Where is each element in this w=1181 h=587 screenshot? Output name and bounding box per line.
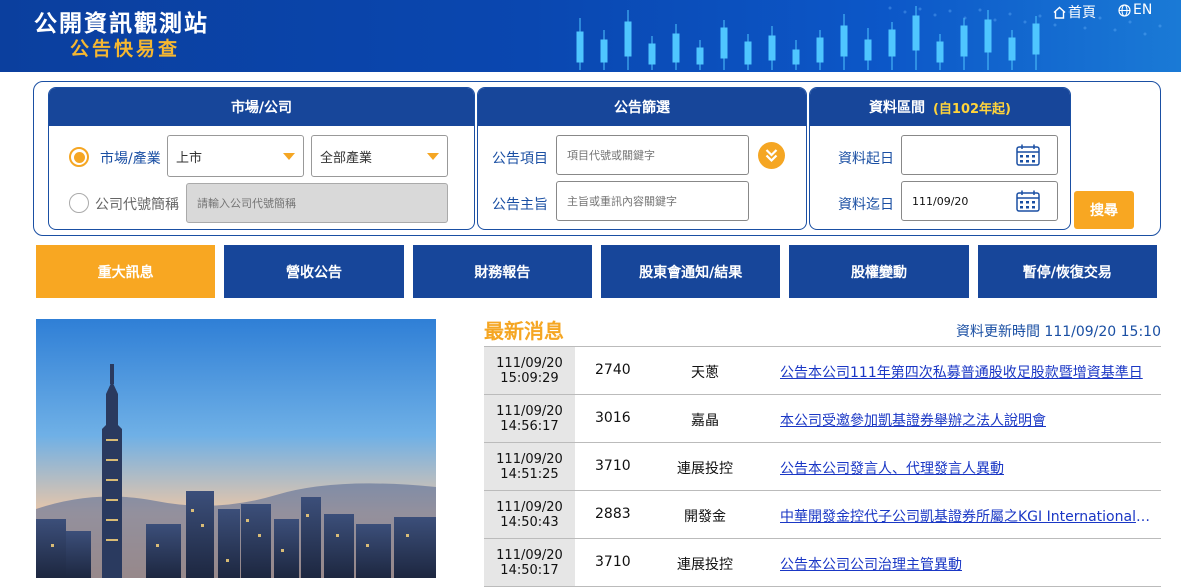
news-subject-link[interactable]: 公告本公司公司治理主管異動 — [780, 554, 1152, 574]
news-company-code: 2740 — [595, 362, 631, 378]
item-label: 公告項目 — [492, 151, 548, 167]
news-datetime: 111/09/20 14:50:43 — [484, 491, 575, 538]
market-radio[interactable] — [69, 147, 89, 167]
news-subject-link[interactable]: 公告本公司111年第四次私募普通股收足股款暨增資基準日 — [780, 362, 1152, 382]
latest-news-title: 最新消息 — [484, 319, 564, 343]
news-table: 111/09/20 15:09:29 2740 天蔥 公告本公司111年第四次私… — [484, 346, 1161, 587]
news-datetime: 111/09/20 14:56:17 — [484, 395, 575, 442]
calendar-icon[interactable] — [1016, 144, 1040, 166]
chevron-down-icon — [283, 153, 295, 160]
date-range-note: (自102年起) — [932, 101, 1012, 117]
industry-select[interactable]: 全部產業 — [311, 135, 448, 177]
company-code-input[interactable] — [186, 183, 448, 223]
tab-trading-halt[interactable]: 暫停/恢復交易 — [977, 245, 1157, 298]
city-skyline-image — [36, 319, 436, 578]
double-chevron-down-icon — [765, 149, 778, 163]
start-date-label: 資料起日 — [838, 151, 894, 167]
table-row: 111/09/20 14:51:25 3710 連展投控 公告本公司發言人、代理… — [484, 443, 1161, 491]
home-icon — [1053, 6, 1066, 19]
search-button[interactable]: 搜尋 — [1074, 191, 1134, 229]
nav-home-link[interactable]: 首頁 — [1053, 2, 1096, 22]
market-radio-label: 市場/產業 — [100, 151, 161, 167]
company-radio-label: 公司代號簡稱 — [95, 197, 179, 213]
news-company-code: 2883 — [595, 506, 631, 522]
date-range-heading: 資料區間 (自102年起) — [810, 88, 1070, 126]
news-company-code: 3710 — [595, 554, 631, 570]
market-select[interactable]: 上市 — [167, 135, 304, 177]
news-datetime: 111/09/20 14:50:17 — [484, 539, 575, 586]
news-company-name: 連展投控 — [677, 557, 733, 573]
company-radio[interactable] — [69, 193, 89, 213]
date-range-box: 資料區間 (自102年起) 資料起日 資料迄日 — [809, 87, 1071, 230]
subject-label: 公告主旨 — [492, 197, 548, 213]
site-header: 公開資訊觀測站 公告快易查 首頁 EN — [0, 0, 1181, 72]
tab-equity-change[interactable]: 股權變動 — [789, 245, 969, 298]
nav-home-label: 首頁 — [1068, 5, 1096, 21]
market-company-box: 市場/公司 市場/產業 上市 全部產業 公司代號簡稱 — [48, 87, 475, 230]
expand-options-button[interactable] — [758, 142, 785, 169]
news-datetime: 111/09/20 14:51:25 — [484, 443, 575, 490]
globe-icon — [1118, 3, 1131, 17]
tab-revenue[interactable]: 營收公告 — [224, 245, 404, 298]
item-input[interactable] — [556, 135, 749, 175]
brand-subtitle: 公告快易查 — [70, 38, 181, 60]
news-subject-link[interactable]: 中華開發金控代子公司凱基證券所屬之KGI International Holdi… — [780, 506, 1152, 526]
tab-financial-report[interactable]: 財務報告 — [412, 245, 592, 298]
news-company-code: 3710 — [595, 458, 631, 474]
announcement-filter-heading: 公告篩選 — [478, 88, 806, 126]
brand-title: 公開資訊觀測站 — [34, 10, 209, 37]
chevron-down-icon — [427, 153, 439, 160]
nav-language-link[interactable]: EN — [1118, 2, 1152, 18]
nav-language-label: EN — [1133, 2, 1153, 18]
news-subject-link[interactable]: 本公司受邀參加凱基證券舉辦之法人說明會 — [780, 410, 1152, 430]
tab-material-news[interactable]: 重大訊息 — [36, 245, 216, 298]
news-company-code: 3016 — [595, 410, 631, 426]
category-tabs: 重大訊息 營收公告 財務報告 股東會通知/結果 股權變動 暫停/恢復交易 — [36, 245, 1157, 298]
news-company-name: 連展投控 — [677, 461, 733, 477]
calendar-icon[interactable] — [1016, 190, 1040, 212]
news-subject-link[interactable]: 公告本公司發言人、代理發言人異動 — [780, 458, 1152, 478]
news-company-name: 開發金 — [684, 509, 726, 525]
news-datetime: 111/09/20 15:09:29 — [484, 347, 575, 394]
news-company-name: 嘉晶 — [691, 413, 719, 429]
table-row: 111/09/20 14:50:43 2883 開發金 中華開發金控代子公司凱基… — [484, 491, 1161, 539]
announcement-filter-box: 公告篩選 公告項目 公告主旨 — [477, 87, 807, 230]
search-panel: 市場/公司 市場/產業 上市 全部產業 公司代號簡稱 公告篩選 公告項目 公告主… — [33, 81, 1161, 236]
table-row: 111/09/20 15:09:29 2740 天蔥 公告本公司111年第四次私… — [484, 347, 1161, 395]
news-company-name: 天蔥 — [691, 365, 719, 381]
market-company-heading: 市場/公司 — [49, 88, 474, 126]
subject-input[interactable] — [556, 181, 749, 221]
table-row: 111/09/20 14:50:17 3710 連展投控 公告本公司公司治理主管… — [484, 539, 1161, 587]
table-row: 111/09/20 14:56:17 3016 嘉晶 本公司受邀參加凱基證券舉辦… — [484, 395, 1161, 443]
end-date-label: 資料迄日 — [838, 197, 894, 213]
data-updated-time: 資料更新時間 111/09/20 15:10 — [955, 324, 1161, 340]
tab-shareholder-meeting[interactable]: 股東會通知/結果 — [600, 245, 781, 298]
